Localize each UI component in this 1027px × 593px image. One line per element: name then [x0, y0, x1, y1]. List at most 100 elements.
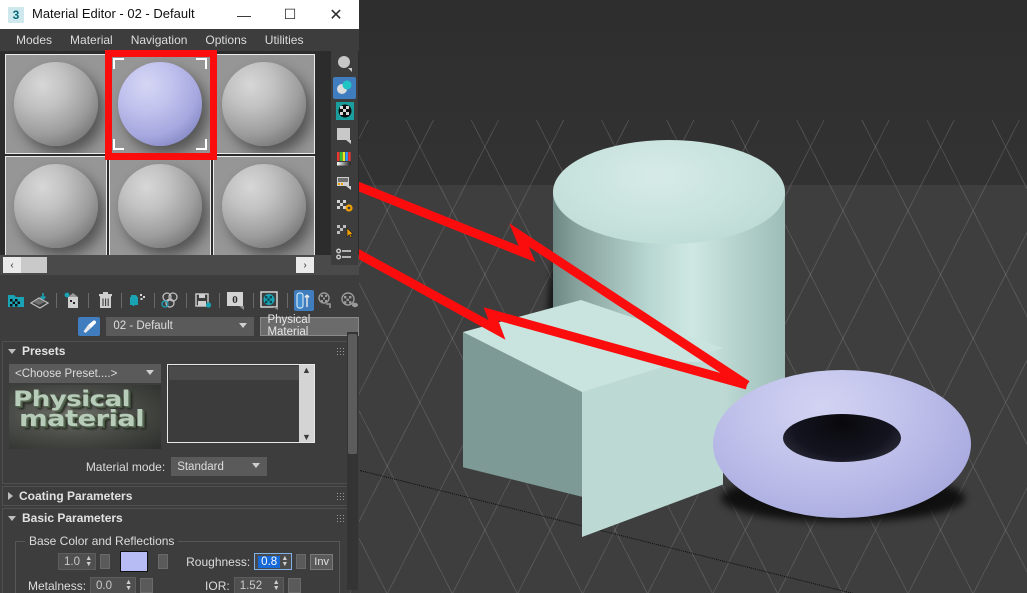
- spinner-arrows-icon[interactable]: ▲ ▼: [125, 579, 132, 592]
- base-weight-map-button[interactable]: [100, 554, 111, 569]
- assign-to-selection-icon[interactable]: [30, 290, 50, 311]
- minimize-button[interactable]: —: [221, 0, 267, 29]
- toolbar-separator: [286, 292, 288, 308]
- video-color-check-icon[interactable]: [333, 148, 356, 170]
- sample-uv-tiling-icon[interactable]: [333, 124, 356, 146]
- material-mode-dropdown[interactable]: Standard: [171, 457, 268, 476]
- roughness-map-button[interactable]: [296, 554, 307, 569]
- menu-material[interactable]: Material: [61, 31, 122, 49]
- get-material-icon[interactable]: [7, 290, 27, 311]
- pick-material-icon[interactable]: [293, 289, 314, 311]
- rollout-presets-header[interactable]: Presets: [3, 342, 350, 360]
- scroll-down-icon[interactable]: ▼: [302, 432, 311, 442]
- rollout-coating-header[interactable]: Coating Parameters: [3, 487, 350, 505]
- panel-scrollbar[interactable]: [347, 332, 358, 590]
- select-by-material-icon[interactable]: [333, 219, 356, 241]
- material-name-dropdown[interactable]: 02 - Default: [106, 316, 255, 336]
- choose-preset-dropdown[interactable]: <Choose Preset....>: [9, 364, 161, 383]
- material-mode-value: Standard: [177, 460, 224, 473]
- slots-hscroll-thumb[interactable]: [21, 257, 47, 273]
- panel-scrollbar-thumb[interactable]: [348, 334, 357, 454]
- rollout-coating-title: Coating Parameters: [19, 489, 133, 503]
- sample-slot-4[interactable]: [5, 156, 107, 256]
- go-to-parent-icon[interactable]: [260, 290, 281, 311]
- spinner-arrows-icon[interactable]: ▲ ▼: [281, 555, 288, 568]
- viewport-object-torus[interactable]: [713, 370, 971, 525]
- preset-thumbnail: Physical material: [9, 385, 161, 449]
- ior-label: IOR:: [205, 578, 230, 593]
- menu-navigation[interactable]: Navigation: [122, 31, 197, 49]
- material-name-row: 02 - Default Physical Material: [0, 313, 359, 339]
- material-map-navigator-icon[interactable]: [339, 290, 359, 311]
- spinner-arrows-icon[interactable]: ▲ ▼: [85, 555, 92, 568]
- menu-options[interactable]: Options: [196, 31, 255, 49]
- parameter-panel: Presets <Choose Preset....> Physical mat…: [0, 341, 359, 593]
- metalness-label: Metalness:: [28, 578, 87, 593]
- material-editor-window: 3 Material Editor - 02 - Default — ☐ ✕ M…: [0, 0, 359, 593]
- menu-modes[interactable]: Modes: [7, 31, 61, 49]
- cylinder-top: [553, 140, 785, 244]
- slots-scroll-right-button[interactable]: ›: [296, 257, 314, 273]
- reset-map-icon[interactable]: [62, 290, 82, 311]
- close-button[interactable]: ✕: [313, 0, 359, 29]
- rollout-basic-header[interactable]: Basic Parameters: [3, 509, 350, 527]
- screen: 3 Material Editor - 02 - Default — ☐ ✕ M…: [0, 0, 1027, 593]
- roughness-value: 0.8: [258, 555, 281, 568]
- base-weight-spinner[interactable]: 1.0 ▲ ▼: [58, 553, 97, 570]
- metalness-spinner[interactable]: 0.0 ▲ ▼: [90, 577, 137, 593]
- grip-icon: [336, 492, 344, 500]
- slots-horizontal-scrollbar[interactable]: ‹ ›: [0, 255, 359, 275]
- rollout-presets-title: Presets: [22, 344, 66, 358]
- sample-slot-3[interactable]: [213, 54, 315, 154]
- metalness-row: Metalness: 0.0 ▲ ▼ IOR: 1.52 ▲ ▼: [22, 577, 333, 593]
- preset-list-scrollbar[interactable]: ▲ ▼: [299, 365, 314, 442]
- chevron-down-icon: [239, 322, 248, 328]
- sample-sphere: [222, 164, 306, 248]
- toolbar-separator: [186, 292, 188, 308]
- roughness-spinner[interactable]: 0.8 ▲ ▼: [254, 553, 293, 570]
- ior-map-button[interactable]: [287, 578, 301, 593]
- metalness-map-button[interactable]: [140, 578, 154, 593]
- go-forward-sibling-icon[interactable]: [317, 290, 337, 311]
- svg-text:0: 0: [232, 294, 238, 306]
- scroll-up-icon[interactable]: ▲: [302, 365, 311, 375]
- preset-thumbnail-text: Physical material: [13, 389, 157, 431]
- backlight-icon[interactable]: [333, 76, 356, 99]
- make-preview-icon[interactable]: [333, 172, 356, 194]
- ior-spinner[interactable]: 1.52 ▲ ▼: [233, 577, 284, 593]
- rollout-coating-parameters: Coating Parameters: [2, 486, 351, 506]
- slots-scroll-left-button[interactable]: ‹: [3, 257, 21, 273]
- toolbar-separator: [153, 292, 155, 308]
- options-gear-icon[interactable]: [333, 196, 356, 218]
- roughness-inv-button[interactable]: Inv: [310, 553, 333, 570]
- base-color-map-button[interactable]: [158, 554, 169, 569]
- spinner-arrows-icon[interactable]: ▲ ▼: [273, 579, 280, 592]
- background-checker-icon[interactable]: [333, 101, 356, 123]
- material-id-channel-icon[interactable]: [333, 243, 356, 265]
- maximize-button[interactable]: ☐: [267, 0, 313, 29]
- toolbar-separator: [88, 292, 90, 308]
- eyedropper-icon[interactable]: [78, 316, 101, 336]
- base-color-swatch[interactable]: [120, 551, 149, 572]
- put-to-library-icon[interactable]: [128, 290, 148, 311]
- rollout-basic-body: Base Color and Reflections 1.0 ▲ ▼ Roughn…: [3, 527, 350, 593]
- sample-sphere-icon[interactable]: [333, 53, 356, 75]
- preset-list-selected-row[interactable]: [169, 366, 313, 380]
- chevron-down-icon: [8, 348, 16, 354]
- show-shaded-material-icon[interactable]: [161, 290, 181, 311]
- delete-icon[interactable]: [95, 290, 115, 311]
- window-controls: — ☐ ✕: [221, 0, 359, 29]
- window-titlebar[interactable]: 3 Material Editor - 02 - Default — ☐ ✕: [0, 0, 359, 29]
- viewport-object-box[interactable]: [463, 300, 723, 537]
- show-end-result-icon[interactable]: 0: [226, 290, 247, 311]
- toolbar-separator: [55, 292, 57, 308]
- material-type-button[interactable]: Physical Material: [260, 314, 359, 338]
- sample-slot-5[interactable]: [109, 156, 211, 256]
- preset-list[interactable]: ▲ ▼: [167, 364, 315, 443]
- sample-slot-6[interactable]: [213, 156, 315, 256]
- torus-hole: [783, 414, 901, 462]
- sample-slot-1[interactable]: [5, 54, 107, 154]
- menu-utilities[interactable]: Utilities: [256, 31, 313, 49]
- save-icon[interactable]: [193, 290, 213, 311]
- ior-value: 1.52: [239, 579, 263, 592]
